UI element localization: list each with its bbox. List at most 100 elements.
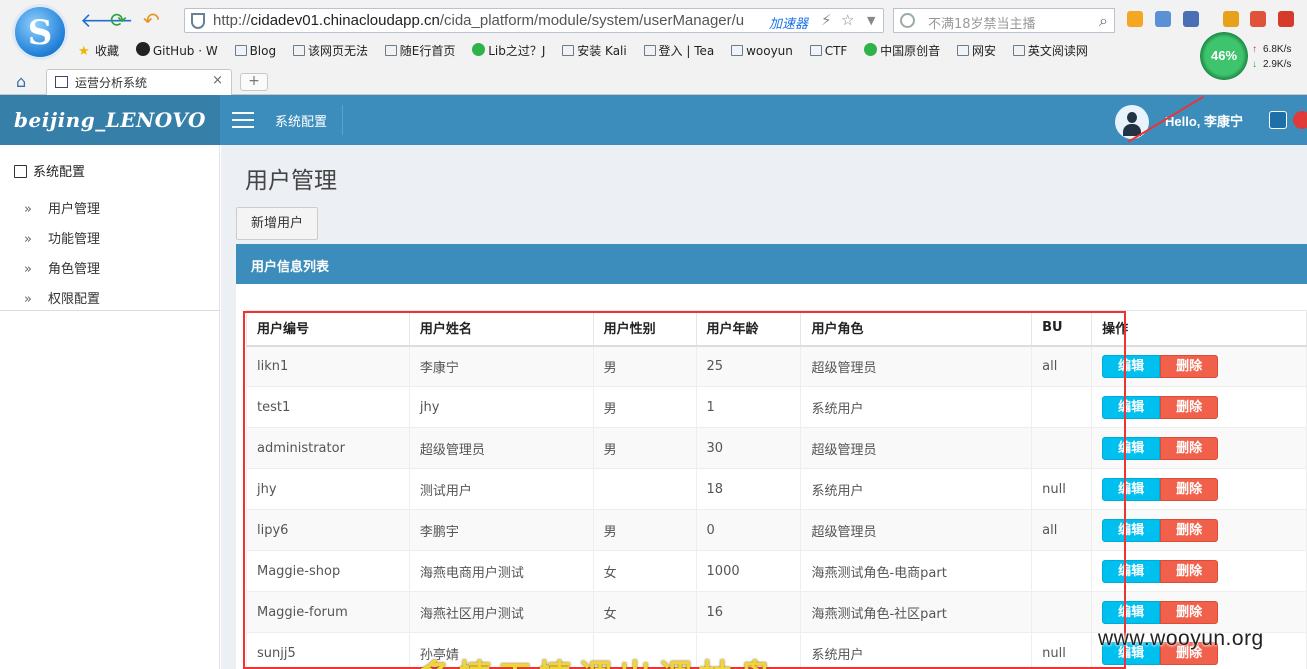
main-content: 用户管理 新增用户 用户信息列表 用户编号 用户姓名 用户性别 用户年龄 用户角… [221, 145, 1307, 669]
bookmark-item[interactable]: 安装 Kali [562, 42, 627, 59]
delete-button[interactable]: 删除 [1160, 354, 1219, 378]
cell-age: 16 [695, 591, 802, 633]
user-table: 用户编号 用户姓名 用户性别 用户年龄 用户角色 BU 操作 likn1 李康宁男… [246, 310, 1307, 669]
cell-id: administrator [246, 427, 410, 469]
undo-icon[interactable]: ↶ [143, 10, 160, 30]
chevron-down-icon[interactable]: ▼ [867, 14, 875, 27]
column-header-actions: 操作 [1091, 310, 1307, 347]
brand-logo[interactable]: beijing_LENOVO [0, 95, 220, 145]
header-section-title: 系统配置 [275, 115, 328, 130]
cell-id: lipy6 [246, 509, 410, 551]
bookmark-item[interactable]: ★ 收藏 [78, 42, 119, 59]
search-box[interactable]: 不满18岁禁当主播 ⌕ [893, 8, 1115, 33]
cell-role: 系统用户 [800, 386, 1033, 428]
edit-button[interactable]: 编辑 [1102, 354, 1161, 378]
cell-name: 李鹏宇 [408, 509, 594, 551]
page-icon [55, 76, 68, 88]
hamburger-menu-icon[interactable] [232, 112, 254, 128]
delete-button[interactable]: 删除 [1160, 395, 1219, 419]
folder-icon [234, 45, 247, 56]
weibo-icon[interactable] [1278, 11, 1294, 27]
star-icon[interactable]: ☆ [841, 11, 854, 29]
cell-age: 18 [695, 468, 802, 510]
browser-tab[interactable]: 运营分析系统 × [46, 69, 232, 95]
edit-button[interactable]: 编辑 [1102, 477, 1161, 501]
bookmark-item[interactable]: Lib之过？J [472, 42, 545, 59]
refresh-icon[interactable]: ⟳ [110, 10, 127, 30]
cell-name: 李康宁 [408, 345, 594, 387]
header-divider [342, 105, 343, 135]
delete-button[interactable]: 删除 [1160, 559, 1219, 583]
cell-actions: 编辑 删除 [1091, 427, 1307, 469]
sidebar-item-permission-config[interactable]: » 权限配置 [24, 288, 100, 307]
delete-button[interactable]: 删除 [1160, 436, 1219, 460]
lightning-icon[interactable]: ⚡ [821, 11, 832, 29]
bookmark-item[interactable]: GitHub · W [135, 42, 218, 58]
bookmark-item[interactable]: 英文阅读网 [1012, 42, 1088, 59]
sidebar-item-function-management[interactable]: » 功能管理 [24, 228, 100, 247]
delete-button[interactable]: 删除 [1160, 518, 1219, 542]
column-header-id: 用户编号 [246, 310, 410, 347]
edit-button[interactable]: 编辑 [1102, 395, 1161, 419]
bookmark-item[interactable]: 中国原创音 [864, 42, 940, 59]
edit-button[interactable]: 编辑 [1102, 518, 1161, 542]
browser-logo-icon: S [12, 4, 68, 60]
caption-overlay: 多情工情调出调林盘 [418, 650, 778, 669]
cell-bu [1031, 427, 1093, 469]
power-icon[interactable] [1293, 111, 1307, 129]
cell-role: 超级管理员 [800, 427, 1033, 469]
bookmark-item[interactable]: CTF [809, 44, 847, 58]
bookmark-item[interactable]: 该网页无法 [292, 42, 368, 59]
close-icon[interactable]: × [212, 73, 223, 88]
delete-button[interactable]: 删除 [1160, 600, 1219, 624]
edit-button[interactable]: 编辑 [1102, 559, 1161, 583]
column-header-name: 用户姓名 [408, 310, 594, 347]
up-arrow-icon: ↑ [1252, 44, 1257, 55]
scissors-icon[interactable] [1183, 11, 1199, 27]
cell-id: Maggie-forum [246, 591, 410, 633]
home-icon[interactable]: ⌂ [16, 72, 26, 91]
bookmark-item[interactable]: wooyun [731, 44, 793, 58]
extension-icon[interactable] [1127, 11, 1143, 27]
cell-age: 25 [695, 345, 802, 387]
cell-bu [1031, 591, 1093, 633]
cell-actions: 编辑 删除 [1091, 468, 1307, 510]
sidebar-item-role-management[interactable]: » 角色管理 [24, 258, 100, 277]
address-bar[interactable]: http://cidadev01.chinacloudapp.cn/cida_p… [184, 8, 884, 33]
page-icon [292, 45, 305, 56]
cell-gender: 男 [592, 427, 697, 469]
cell-actions: 编辑 删除 [1091, 550, 1307, 592]
bookmark-item[interactable]: 随E行首页 [384, 42, 455, 59]
cell-bu [1031, 386, 1093, 428]
bookmark-item[interactable]: 登入 | Tea [643, 42, 714, 59]
edit-button[interactable]: 编辑 [1102, 436, 1161, 460]
cell-bu: all [1031, 345, 1093, 387]
cell-gender: 男 [592, 345, 697, 387]
edit-button[interactable]: 编辑 [1102, 600, 1161, 624]
avatar[interactable] [1115, 105, 1149, 139]
screenshot-icon[interactable] [1155, 11, 1171, 27]
cell-id: Maggie-shop [246, 550, 410, 592]
sidebar-item-user-management[interactable]: » 用户管理 [24, 198, 100, 217]
page-icon [562, 45, 575, 56]
key-icon[interactable] [1223, 11, 1239, 27]
search-icon[interactable]: ⌕ [1099, 11, 1108, 31]
new-tab-button[interactable]: + [240, 73, 268, 91]
bag-icon[interactable] [1250, 11, 1266, 27]
accelerator-label[interactable]: 加速器 [769, 13, 808, 32]
cell-role: 超级管理员 [800, 345, 1033, 387]
bookmark-item[interactable]: Blog [234, 44, 276, 58]
delete-button[interactable]: 删除 [1160, 477, 1219, 501]
cell-gender: 男 [592, 509, 697, 551]
folder-icon [809, 45, 822, 56]
cell-role: 超级管理员 [800, 509, 1033, 551]
bookmark-item[interactable]: 网安 [957, 42, 996, 59]
cell-bu: null [1031, 632, 1093, 669]
cell-name: 测试用户 [408, 468, 594, 510]
switch-icon[interactable] [1269, 111, 1287, 129]
column-header-role: 用户角色 [800, 310, 1033, 347]
browser-chrome: S 🡐 ⟳ ↶ http://cidadev01.chinacloudapp.c… [0, 0, 1307, 95]
add-user-button[interactable]: 新增用户 [236, 207, 318, 240]
folder-icon [731, 45, 744, 56]
tab-title: 运营分析系统 [75, 76, 148, 90]
